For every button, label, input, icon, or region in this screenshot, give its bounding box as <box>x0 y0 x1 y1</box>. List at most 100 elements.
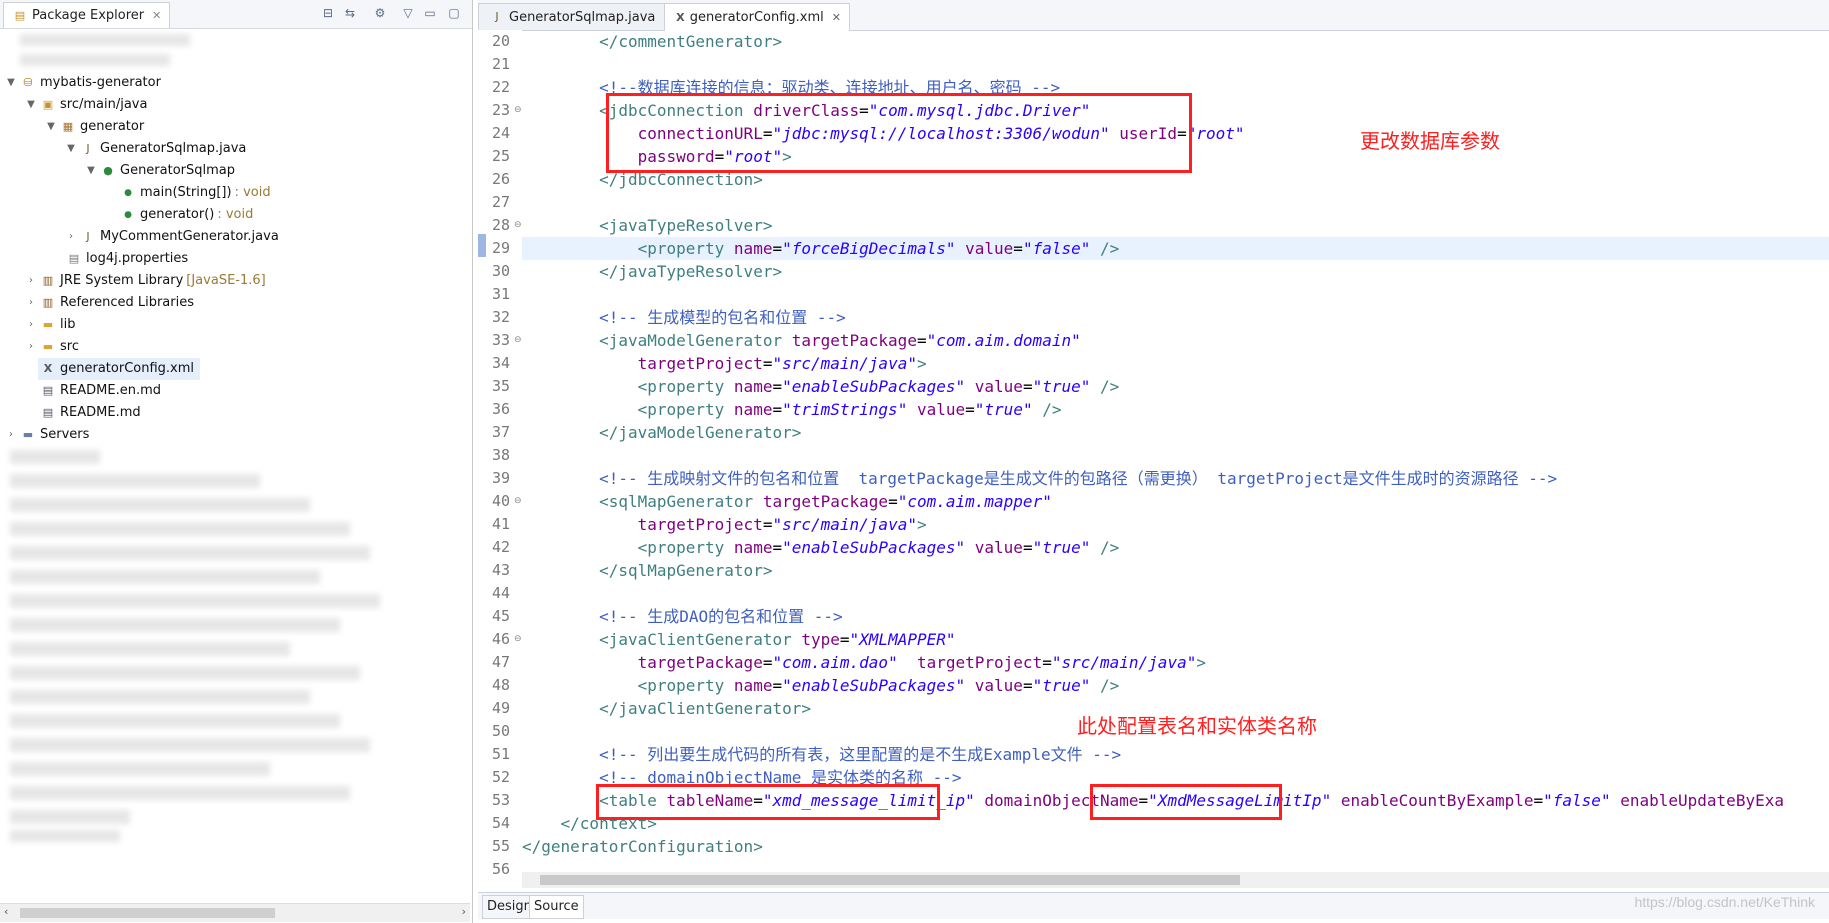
xml-value: "true" <box>1032 676 1091 695</box>
code-editor[interactable]: </commentGenerator> <!--数据库连接的信息：驱动类、连接地… <box>522 30 1829 870</box>
xml-attr: type <box>801 630 840 649</box>
tab-package-explorer[interactable]: ▤ Package Explorer ✕ <box>3 2 171 28</box>
package-icon: ▦ <box>62 120 74 133</box>
tree-item-project[interactable]: ▼ ⛁ mybatis-generator <box>4 72 161 94</box>
tree-item-src-main-java[interactable]: ▼ ▣ src/main/java <box>24 94 147 116</box>
line-number: 38 <box>492 446 511 464</box>
code-line: targetPackage = "com.aim.dao" targetProjec… <box>522 651 1206 674</box>
xml-attr: name <box>733 676 773 695</box>
chevron-down-icon[interactable]: ▼ <box>24 94 38 116</box>
maximize-icon[interactable]: ▢ <box>446 5 462 21</box>
table-name-highlight-box <box>596 784 940 820</box>
xml-eq: = <box>1533 791 1544 810</box>
line-number: 49 <box>492 699 511 717</box>
tree-item-generatorsqlmap-java[interactable]: ▼ J GeneratorSqlmap.java <box>64 138 246 160</box>
package-explorer-title: Package Explorer <box>32 8 145 23</box>
fold-icon[interactable]: ⊖ <box>514 634 522 644</box>
xml-tag: /> <box>1032 400 1062 419</box>
tree-item-jre-library[interactable]: › ▥ JRE System Library [JavaSE-1.6] <box>24 270 266 292</box>
fold-icon[interactable]: ⊖ <box>514 220 522 230</box>
chevron-right-icon[interactable]: › <box>64 226 78 248</box>
tree-item-main-method[interactable]: ● main(String[]) : void <box>118 182 271 204</box>
tree-item-referenced-libraries[interactable]: › ▥ Referenced Libraries <box>24 292 194 314</box>
chevron-right-icon[interactable]: › <box>24 270 38 292</box>
tree-item-generatorsqlmap-class[interactable]: ▼ ● GeneratorSqlmap <box>84 160 235 182</box>
line-number: 48 <box>492 676 511 694</box>
tree-item-lib[interactable]: › ▬ lib <box>24 314 75 336</box>
chevron-right-icon[interactable]: › <box>24 336 38 358</box>
view-menu-icon[interactable]: ▽ <box>400 5 416 21</box>
scrollbar-thumb[interactable] <box>20 908 275 918</box>
xml-file-icon: X <box>43 362 53 375</box>
fold-icon[interactable]: ⊖ <box>514 335 522 345</box>
blurred-item <box>10 714 340 728</box>
fold-icon[interactable]: ⊖ <box>514 496 522 506</box>
tree-item-generatorconfig-xml[interactable]: X generatorConfig.xml <box>38 358 201 380</box>
chevron-right-icon[interactable]: › <box>24 314 38 336</box>
minimize-icon[interactable]: ▭ <box>422 5 438 21</box>
package-explorer-icon: ▤ <box>14 8 26 22</box>
chevron-down-icon[interactable]: ▼ <box>84 160 98 182</box>
xml-value: "src/main/java" <box>772 515 917 534</box>
scrollbar-thumb[interactable] <box>540 875 1240 885</box>
tree-item-src[interactable]: › ▬ src <box>24 336 79 358</box>
tree-item-log4j-properties[interactable]: ▤ log4j.properties <box>64 248 188 270</box>
blurred-item <box>10 594 380 608</box>
chevron-right-icon[interactable]: › <box>24 292 38 314</box>
chevron-down-icon[interactable]: ▼ <box>4 72 18 94</box>
scroll-left-icon[interactable]: ‹ <box>4 905 8 918</box>
xml-eq: = <box>888 492 898 511</box>
close-icon[interactable]: ✕ <box>832 11 841 24</box>
editor-tab-bar: J GeneratorSqlmap.java X generatorConfig… <box>478 0 1829 31</box>
close-icon[interactable]: ✕ <box>152 9 161 22</box>
code-line: targetProject="src/main/java"> <box>522 352 927 375</box>
blurred-item <box>10 570 320 584</box>
tab-generatorsqlmap-java[interactable]: J GeneratorSqlmap.java <box>478 3 678 30</box>
chevron-right-icon[interactable]: › <box>4 424 18 446</box>
focus-icon[interactable]: ⚙ <box>372 5 388 21</box>
line-number: 20 <box>492 32 511 50</box>
tree-item-label: src/main/java <box>60 97 148 112</box>
xml-value: "src/main/java" <box>772 354 917 373</box>
blurred-item <box>10 738 370 752</box>
xml-value: "forceBigDecimals" <box>782 239 956 258</box>
editor-horizontal-scrollbar[interactable] <box>522 872 1829 888</box>
tree-horizontal-scrollbar[interactable]: ‹ › <box>0 903 470 922</box>
code-line: </javaModelGenerator> <box>522 421 801 444</box>
tree-item-servers[interactable]: › ▬ Servers <box>4 424 89 446</box>
tree-item-label: generator() <box>140 207 215 222</box>
xml-eq: = <box>772 538 783 557</box>
xml-attr: enableCountByExample <box>1340 791 1534 810</box>
xml-attr: value <box>916 400 966 419</box>
line-number: 30 <box>492 262 511 280</box>
chevron-down-icon[interactable]: ▼ <box>44 116 58 138</box>
tree-item-mycommentgenerator-java[interactable]: › J MyCommentGenerator.java <box>64 226 279 248</box>
code-line: <!-- 生成映射文件的包名和位置 targetPackage是生成文件的包路径… <box>522 467 1557 490</box>
xml-attr: targetPackage <box>637 653 763 672</box>
xml-attr: value <box>965 239 1014 258</box>
tree-item-label: GeneratorSqlmap <box>120 163 236 178</box>
tree-item-generator-package[interactable]: ▼ ▦ generator <box>44 116 144 138</box>
tree-item-readme-en[interactable]: ▤ README.en.md <box>38 380 161 402</box>
scroll-right-icon[interactable]: › <box>462 905 466 918</box>
tree-item-generator-method[interactable]: ● generator() : void <box>118 204 253 226</box>
fold-icon[interactable]: ⊖ <box>514 105 522 115</box>
link-with-editor-icon[interactable]: ⇆ <box>342 5 358 21</box>
xml-attr: name <box>733 538 773 557</box>
xml-tag: <javaTypeResolver> <box>522 216 773 235</box>
collapse-all-icon[interactable]: ⊟ <box>320 5 336 21</box>
xml-file-icon: X <box>676 10 685 24</box>
blurred-item <box>10 810 130 824</box>
code-line: <javaTypeResolver> <box>522 214 772 237</box>
tree-item-readme[interactable]: ▤ README.md <box>38 402 141 424</box>
xml-eq: = <box>839 630 850 649</box>
tab-source[interactable]: Source <box>529 895 584 919</box>
tab-generatorconfig-xml[interactable]: X generatorConfig.xml ✕ <box>664 3 850 31</box>
chevron-down-icon[interactable]: ▼ <box>64 138 78 160</box>
xml-attr: name <box>733 239 773 258</box>
code-line: </generatorConfiguration> <box>522 835 763 858</box>
code-line: <property name="enableSubPackages" value… <box>522 674 1120 697</box>
